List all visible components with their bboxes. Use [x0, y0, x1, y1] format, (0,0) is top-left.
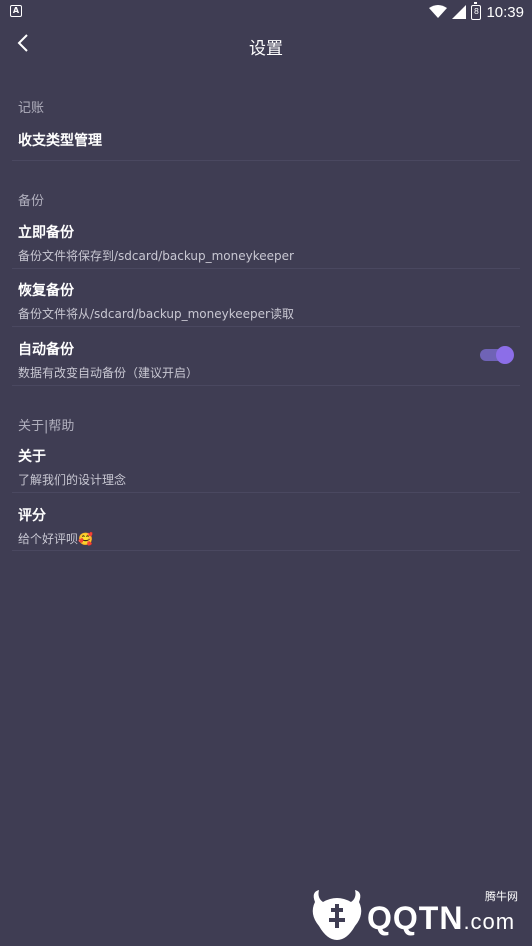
settings-item-about[interactable]: 关于 了解我们的设计理念	[18, 446, 520, 488]
battery-icon: 8	[471, 1, 482, 20]
item-subtitle: 了解我们的设计理念	[18, 473, 127, 487]
battery-level: 8	[473, 6, 479, 16]
status-bar: A 8 10:39	[0, 0, 532, 24]
settings-item-category-management[interactable]: 收支类型管理	[18, 130, 520, 150]
divider	[12, 160, 520, 161]
watermark-suffix: .com	[463, 909, 516, 934]
divider	[12, 492, 520, 493]
title-bar: 设置	[0, 24, 532, 68]
divider	[12, 550, 520, 551]
settings-item-backup-now[interactable]: 立即备份 备份文件将保存到/sdcard/backup_moneykeeper	[18, 222, 520, 264]
item-subtitle: 备份文件将保存到/sdcard/backup_moneykeeper	[18, 249, 294, 263]
section-header-backup: 备份	[18, 194, 45, 209]
item-title: 关于	[18, 449, 46, 465]
item-subtitle: 数据有改变自动备份（建议开启）	[18, 366, 199, 380]
notification-glyph: A	[12, 6, 20, 15]
section-header-bookkeeping: 记账	[18, 101, 45, 116]
settings-item-rate[interactable]: 评分 给个好评呗🥰	[18, 505, 520, 547]
toggle-thumb	[496, 346, 514, 364]
item-title: 立即备份	[18, 225, 74, 241]
watermark-brand: QQTN	[367, 900, 464, 936]
divider	[12, 385, 520, 386]
divider	[12, 326, 520, 327]
wifi-icon	[429, 5, 448, 18]
status-icons: 8 10:39	[429, 1, 524, 22]
item-title: 收支类型管理	[18, 133, 102, 149]
item-subtitle: 给个好评呗🥰	[18, 532, 93, 546]
section-header-about-help: 关于|帮助	[18, 419, 75, 434]
notification-icon: A	[10, 5, 22, 17]
watermark-tag: 腾牛网	[483, 888, 520, 904]
settings-item-restore-backup[interactable]: 恢复备份 备份文件将从/sdcard/backup_moneykeeper读取	[18, 280, 520, 322]
watermark-logo: QQTN.com 腾牛网	[309, 888, 524, 942]
item-subtitle: 备份文件将从/sdcard/backup_moneykeeper读取	[18, 307, 294, 321]
divider	[12, 268, 520, 269]
bull-logo-icon	[312, 890, 362, 940]
page-title: 设置	[249, 39, 283, 59]
watermark-text: QQTN.com	[367, 902, 515, 934]
auto-backup-toggle[interactable]	[480, 346, 514, 364]
signal-icon	[452, 5, 467, 19]
item-title: 恢复备份	[18, 283, 74, 299]
item-title: 自动备份	[18, 342, 74, 358]
settings-item-auto-backup[interactable]: 自动备份 数据有改变自动备份（建议开启）	[18, 339, 520, 381]
status-time: 10:39	[486, 3, 524, 21]
item-title: 评分	[18, 508, 46, 524]
